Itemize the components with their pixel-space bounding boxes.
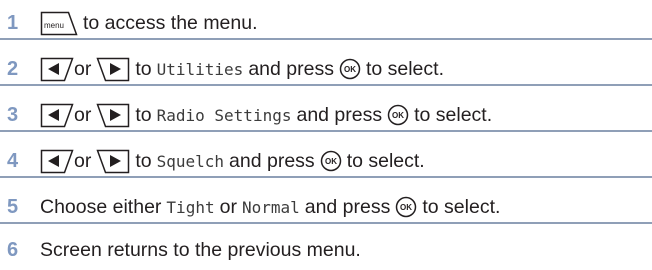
divider — [0, 84, 652, 86]
choose-either-text: Choose either — [40, 195, 162, 218]
step-number: 4 — [7, 150, 19, 172]
step-number: 6 — [7, 239, 19, 261]
menu-option: Utilities — [156, 59, 244, 79]
and-press-text: and press — [296, 103, 383, 126]
divider — [0, 130, 652, 132]
step-content: or to Radio Settings and press OK to sel… — [40, 103, 492, 128]
ok-key-icon: OK — [339, 58, 361, 80]
menu-option: Squelch — [156, 151, 225, 171]
ok-key-label: OK — [344, 65, 356, 74]
divider — [0, 176, 652, 178]
right-nav-key-icon — [96, 57, 130, 82]
step-text: to access the menu. — [83, 11, 258, 34]
menu-key-label: menu — [44, 21, 64, 30]
left-nav-key-icon — [40, 149, 74, 174]
ok-key-icon: OK — [395, 196, 417, 218]
step-text: Screen returns to the previous menu. — [40, 238, 361, 261]
to-select-text: to select. — [422, 195, 501, 218]
step-content: Screen returns to the previous menu. — [40, 239, 361, 262]
divider — [0, 38, 652, 40]
step-content: or to Utilities and press OK to select. — [40, 57, 444, 82]
step-content: or to Squelch and press OK to select. — [40, 149, 425, 174]
to-text: to — [135, 149, 152, 172]
left-nav-key-icon — [40, 57, 74, 82]
or-text: or — [74, 57, 92, 80]
option-tight: Tight — [166, 197, 215, 217]
ok-key-label: OK — [400, 203, 412, 212]
divider — [0, 222, 652, 224]
or-text: or — [74, 103, 92, 126]
right-nav-key-icon — [96, 103, 130, 128]
to-select-text: to select. — [346, 149, 425, 172]
step-6: 6 Screen returns to the previous menu. — [0, 230, 652, 270]
or-text: or — [74, 149, 92, 172]
or-text: or — [219, 195, 237, 218]
to-text: to — [135, 103, 152, 126]
ok-key-icon: OK — [320, 150, 342, 172]
step-number: 5 — [7, 196, 19, 218]
ok-key-label: OK — [325, 157, 337, 166]
menu-option: Radio Settings — [156, 105, 292, 125]
and-press-text: and press — [248, 57, 334, 80]
to-select-text: to select. — [365, 57, 444, 80]
step-number: 1 — [7, 12, 19, 34]
step-content: Choose either Tight or Normal and press … — [40, 196, 500, 219]
to-text: to — [135, 57, 152, 80]
and-press-text: and press — [304, 195, 391, 218]
left-nav-key-icon — [40, 103, 74, 128]
and-press-text: and press — [229, 149, 315, 172]
step-number: 2 — [7, 58, 19, 80]
to-select-text: to select. — [414, 103, 493, 126]
step-content: menu to access the menu. — [40, 11, 258, 36]
ok-key-label: OK — [392, 111, 404, 120]
ok-key-icon: OK — [387, 104, 409, 126]
right-nav-key-icon — [96, 149, 130, 174]
step-number: 3 — [7, 104, 19, 126]
procedure-steps: 1 menu to access the menu. 2 or to Utili… — [0, 0, 652, 270]
option-normal: Normal — [241, 197, 300, 217]
menu-key-icon: menu — [40, 11, 78, 36]
